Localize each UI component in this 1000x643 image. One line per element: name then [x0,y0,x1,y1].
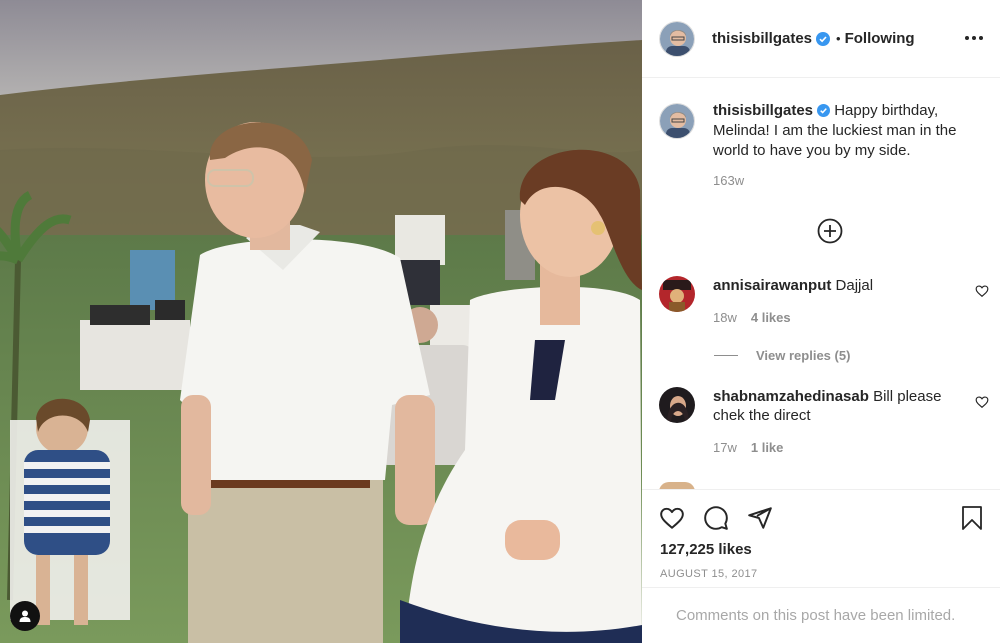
post-date[interactable]: August 15, 2017 [660,568,758,580]
view-replies-label: View replies (5) [756,348,851,363]
view-replies-divider [714,355,738,356]
verified-badge-icon [817,104,831,117]
view-replies-button[interactable]: View replies (5) [714,348,850,363]
comment-age[interactable]: 17w [713,438,737,457]
following-button[interactable]: Following [845,30,915,47]
comment-text: Dajjal [835,277,874,294]
comment-likes[interactable]: 1 like [751,438,784,457]
comment-likes[interactable]: 4 likes [751,308,791,327]
user-tag-icon [19,610,31,622]
comment-body: annisairawanput Dajjal 18w 4 likes [713,276,963,327]
comment-meta: 17w 1 like [713,438,963,457]
commenter-avatar[interactable] [659,276,695,312]
caption-body: thisisbillgates Happy birthday, Melinda!… [713,101,983,191]
more-options-icon [964,36,985,40]
likes-count[interactable]: 127,225 likes [660,541,752,558]
verified-badge-icon [816,31,831,46]
save-button[interactable] [958,504,986,532]
comment-item: annisairawanput Dajjal 18w 4 likes [659,276,989,327]
caption-author-avatar[interactable] [659,103,695,139]
comment-meta: 18w 4 likes [713,308,963,327]
like-button[interactable] [658,504,686,532]
author-avatar[interactable] [659,20,695,57]
post-photo-image [0,0,642,643]
comment-button[interactable] [702,504,730,532]
header-separator: • [836,31,841,46]
paper-plane-icon [748,507,772,529]
load-more-comments-button[interactable] [817,218,843,244]
author-username[interactable]: thisisbillgates [712,30,812,47]
bookmark-icon [962,506,982,530]
author-avatar-image [660,21,694,56]
comments-list[interactable]: thisisbillgates Happy birthday, Melinda!… [642,79,1000,489]
post-actions [658,504,774,532]
commenter-username[interactable]: annisairawanput [713,277,831,294]
post-caption: thisisbillgates Happy birthday, Melinda!… [659,101,989,191]
comment-like-heart-icon[interactable] [975,284,989,298]
post-header: thisisbillgates • Following [642,0,1000,78]
caption-author-avatar-image [660,104,694,138]
more-options-button[interactable] [964,28,984,48]
commenter-avatar-image [659,276,695,312]
caption-timestamp[interactable]: 163w [713,171,983,191]
caption-username[interactable]: thisisbillgates [713,102,813,119]
commenter-avatar-image [659,387,695,423]
post-actions-section: 127,225 likes August 15, 2017 [642,489,1000,587]
plus-circle-icon [817,218,843,244]
heart-icon [660,507,684,529]
comment-bubble-icon [704,506,728,530]
user-tag-button[interactable] [10,601,40,631]
post-side-panel: thisisbillgates • Following thisisbillga… [642,0,1000,643]
commenter-username[interactable]: shabnamzahedinasab [713,388,869,405]
comment-age[interactable]: 18w [713,308,737,327]
share-button[interactable] [746,504,774,532]
comments-limited-notice: Comments on this post have been limited. [642,587,1000,643]
comment-like-heart-icon[interactable] [975,395,989,409]
next-commenter-avatar-peek [659,482,695,489]
comment-body: shabnamzahedinasab Bill please chek the … [713,387,963,457]
post-photo[interactable] [0,0,642,643]
comment-item: shabnamzahedinasab Bill please chek the … [659,387,989,457]
commenter-avatar[interactable] [659,387,695,423]
